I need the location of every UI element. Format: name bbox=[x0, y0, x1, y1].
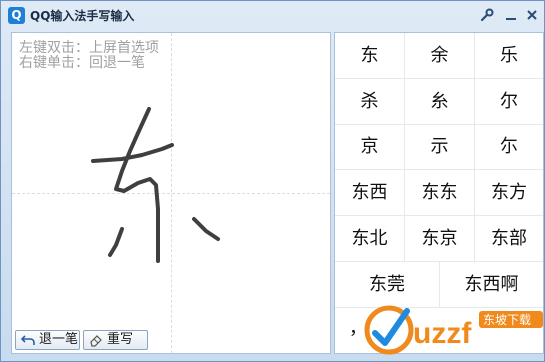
undo-stroke-button[interactable]: 退一笔 bbox=[15, 330, 80, 350]
candidate-cell[interactable]: 京 bbox=[335, 125, 404, 169]
qq-logo-icon: Q bbox=[8, 7, 25, 24]
candidate-cell[interactable]: 尓 bbox=[475, 125, 543, 169]
candidate-cell[interactable]: 乐 bbox=[475, 33, 543, 78]
uzzf-watermark-logo: uzzf 东坡下载 bbox=[364, 305, 543, 355]
undo-stroke-label: 退一笔 bbox=[39, 332, 79, 347]
undo-icon bbox=[21, 335, 35, 345]
handwriting-window: Q QQ输入法手写输入 左键双击：上屏首选项 右键单击：回退一笔 退一笔 重写 … bbox=[0, 0, 545, 362]
window-title: QQ输入法手写输入 bbox=[30, 9, 135, 23]
close-button[interactable] bbox=[522, 5, 542, 25]
candidate-cell[interactable]: 东北 bbox=[335, 216, 404, 261]
candidate-cell[interactable]: 东 bbox=[335, 33, 404, 78]
candidate-cell[interactable]: 东方 bbox=[475, 170, 543, 215]
close-icon bbox=[527, 10, 537, 20]
svg-text:东坡下载: 东坡下载 bbox=[483, 313, 531, 327]
candidate-cell[interactable]: 东西 bbox=[335, 170, 404, 215]
minimize-button[interactable] bbox=[501, 5, 521, 25]
handwritten-strokes bbox=[91, 107, 220, 263]
candidate-cell[interactable]: 东部 bbox=[475, 216, 543, 261]
rewrite-label: 重写 bbox=[107, 332, 134, 347]
candidate-cell[interactable]: 糸 bbox=[405, 79, 474, 124]
handwriting-canvas[interactable]: 左键双击：上屏首选项 右键单击：回退一笔 退一笔 重写 bbox=[11, 32, 331, 354]
candidate-cell[interactable]: 杀 bbox=[335, 79, 404, 124]
candidate-cell[interactable]: 东京 bbox=[405, 216, 474, 261]
title-bar[interactable]: Q QQ输入法手写输入 bbox=[1, 1, 544, 31]
candidate-cell[interactable]: 尔 bbox=[475, 79, 543, 124]
settings-button[interactable] bbox=[477, 5, 497, 25]
eraser-icon bbox=[90, 335, 102, 347]
svg-text:uzzf: uzzf bbox=[413, 317, 472, 350]
minimize-icon bbox=[506, 18, 516, 20]
candidate-cell[interactable]: 余 bbox=[405, 33, 474, 78]
candidate-cell[interactable]: 东东 bbox=[405, 170, 474, 215]
rewrite-button[interactable]: 重写 bbox=[83, 330, 148, 350]
wrench-icon bbox=[480, 8, 494, 22]
candidate-cell[interactable]: 示 bbox=[405, 125, 474, 169]
